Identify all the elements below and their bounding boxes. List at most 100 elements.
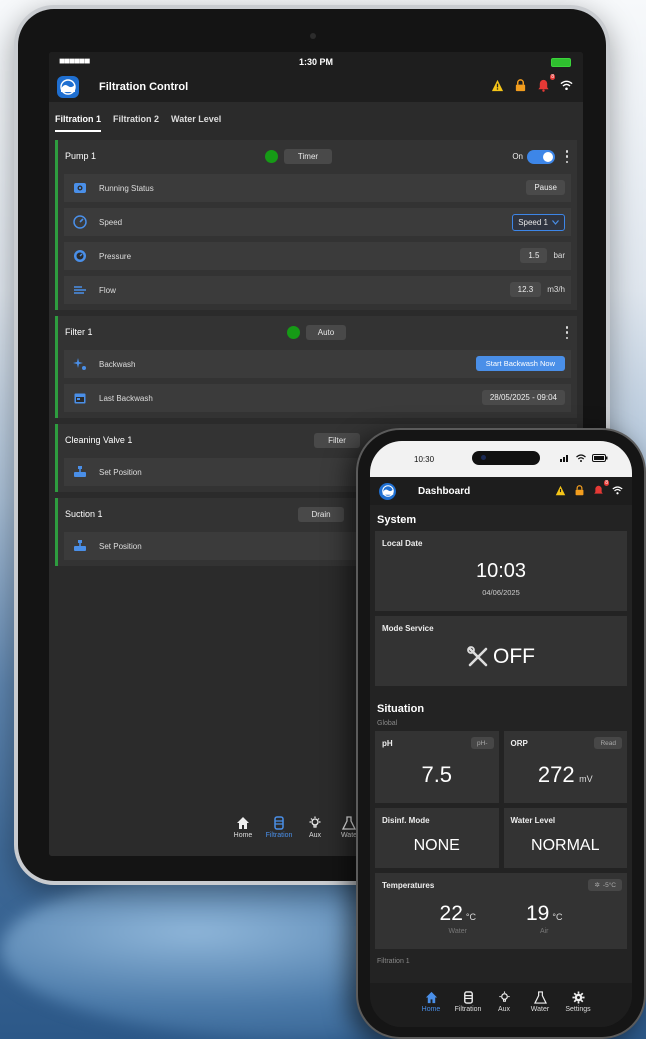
cellular-icon bbox=[560, 455, 568, 462]
water-temp-unit: °C bbox=[465, 912, 476, 922]
lock-icon[interactable] bbox=[574, 485, 585, 496]
valve-icon bbox=[73, 465, 87, 479]
start-backwash-button[interactable]: Start Backwash Now bbox=[475, 356, 565, 371]
temperatures-card[interactable]: Temperatures ✲ -5°C 22 °C Water 19 °C Air bbox=[375, 873, 627, 949]
backwash-label: Backwash bbox=[99, 359, 136, 369]
home-icon bbox=[237, 817, 249, 829]
nav-filtration[interactable]: Filtration bbox=[448, 991, 488, 1013]
running-status-value[interactable]: Pause bbox=[526, 180, 565, 195]
global-sublabel: Global bbox=[377, 720, 398, 727]
nav-aux-label: Aux bbox=[308, 832, 322, 839]
last-backwash-row: Last Backwash 28/05/2025 - 09:04 bbox=[64, 384, 571, 412]
filter-icon bbox=[274, 816, 284, 830]
running-status-row: Running Status Pause bbox=[64, 174, 571, 202]
water-level-card[interactable]: Water Level NORMAL bbox=[503, 808, 627, 868]
disinf-mode-card[interactable]: Disinf. Mode NONE bbox=[375, 808, 499, 868]
orp-chip: Read bbox=[594, 737, 622, 749]
pump-panel: Pump 1 Timer On Running Status Pause Spe… bbox=[55, 140, 577, 310]
battery-icon bbox=[592, 454, 608, 462]
disinf-mode-title: Disinf. Mode bbox=[382, 816, 430, 825]
chevron-down-icon bbox=[552, 220, 559, 225]
filter-mode-chip[interactable]: Auto bbox=[306, 325, 346, 340]
pump-mode-chip[interactable]: Timer bbox=[284, 149, 332, 164]
air-temp-unit: °C bbox=[552, 912, 563, 922]
nav-home[interactable]: Home bbox=[223, 816, 263, 839]
cleaning-valve-mode-chip[interactable]: Filter bbox=[314, 433, 360, 448]
valve-icon bbox=[73, 539, 87, 553]
camera-dot bbox=[310, 33, 316, 39]
filter-panel: Filter 1 Auto Backwash Start Backwash No… bbox=[55, 316, 577, 418]
mode-service-card: Mode Service OFF bbox=[375, 616, 627, 686]
tab-filtration-2[interactable]: Filtration 2 bbox=[113, 114, 159, 132]
nav-aux-label: Aux bbox=[497, 1006, 511, 1013]
app-header: Filtration Control 8 bbox=[49, 72, 583, 102]
wifi-icon[interactable] bbox=[560, 79, 573, 92]
air-temp-value: 19 bbox=[526, 902, 550, 925]
pressure-value: 1.5 bbox=[520, 248, 548, 263]
mode-service-title: Mode Service bbox=[382, 624, 434, 633]
orp-value: 272 bbox=[537, 762, 575, 787]
system-heading: System bbox=[377, 514, 417, 526]
nav-filtration-label: Filtration bbox=[265, 832, 293, 839]
pump-status-indicator bbox=[265, 150, 278, 163]
phone-bottom-nav: Home Filtration Aux Water Settings bbox=[370, 983, 632, 1027]
suction-mode-chip[interactable]: Drain bbox=[298, 507, 344, 522]
warning-icon[interactable] bbox=[555, 485, 566, 496]
local-date-value: 04/06/2025 bbox=[482, 588, 520, 597]
nav-aux[interactable]: Aux bbox=[484, 991, 524, 1013]
filter-icon bbox=[463, 991, 473, 1004]
filter-title: Filter 1 bbox=[65, 327, 93, 337]
nav-settings[interactable]: Settings bbox=[558, 991, 598, 1013]
disinf-mode-value: NONE bbox=[413, 837, 460, 854]
phone-app-header: Dashboard 8 bbox=[370, 477, 632, 505]
gauge-icon bbox=[73, 249, 87, 263]
orp-card[interactable]: ORP Read 272 mV bbox=[503, 731, 627, 803]
cleaning-valve-set-position-label: Set Position bbox=[99, 467, 142, 477]
nav-water-label: Wate bbox=[340, 832, 358, 839]
speedometer-icon bbox=[73, 215, 87, 229]
tab-filtration-1[interactable]: Filtration 1 bbox=[55, 114, 102, 132]
wifi-icon bbox=[576, 454, 586, 462]
pump-toggle-label: On bbox=[512, 152, 523, 161]
nav-filtration[interactable]: Filtration bbox=[259, 816, 299, 839]
cleaning-valve-title: Cleaning Valve 1 bbox=[65, 435, 133, 445]
lightbulb-icon bbox=[309, 816, 321, 828]
water-level-title: Water Level bbox=[510, 816, 556, 825]
pump-power-toggle[interactable] bbox=[527, 150, 555, 164]
speed-select[interactable]: Speed 1 bbox=[512, 214, 565, 231]
nav-water[interactable]: Water bbox=[520, 991, 560, 1013]
flow-icon bbox=[73, 283, 87, 297]
flow-unit: m3/h bbox=[547, 285, 565, 294]
warning-icon[interactable] bbox=[491, 79, 504, 92]
ph-card[interactable]: pH pH- 7.5 bbox=[375, 731, 499, 803]
phone-status-bar: 10:30 bbox=[370, 441, 632, 477]
filtration-1-sublabel: Filtration 1 bbox=[377, 958, 410, 965]
running-status-label: Running Status bbox=[99, 183, 154, 193]
nav-home[interactable]: Home bbox=[411, 991, 451, 1013]
speed-select-value: Speed 1 bbox=[518, 218, 548, 227]
flask-icon bbox=[533, 991, 547, 1004]
wifi-icon[interactable] bbox=[612, 485, 623, 496]
suction-set-position-label: Set Position bbox=[99, 541, 142, 551]
app-logo-icon bbox=[379, 482, 396, 500]
dynamic-island bbox=[472, 451, 540, 465]
suction-title: Suction 1 bbox=[65, 509, 103, 519]
pressure-unit: bar bbox=[553, 251, 565, 260]
mode-service-value: OFF bbox=[493, 645, 535, 668]
frost-chip: ✲ -5°C bbox=[588, 879, 622, 891]
flask-icon bbox=[342, 816, 356, 830]
alarm-bell-icon[interactable]: 8 bbox=[593, 480, 609, 496]
alarm-count-badge: 8 bbox=[550, 74, 555, 80]
phone-page-title: Dashboard bbox=[418, 485, 471, 497]
last-backwash-value: 28/05/2025 - 09:04 bbox=[481, 390, 565, 405]
phone-screen: 10:30 Dashboard 8 System Local Date 10:0… bbox=[370, 441, 632, 1027]
tab-water-level[interactable]: Water Level bbox=[171, 114, 221, 132]
lock-icon[interactable] bbox=[514, 79, 527, 92]
filter-more-icon[interactable] bbox=[565, 326, 569, 339]
pump-more-icon[interactable] bbox=[565, 150, 569, 163]
nav-home-label: Home bbox=[233, 832, 253, 839]
battery-icon bbox=[551, 58, 571, 67]
alarm-bell-icon[interactable]: 8 bbox=[537, 74, 555, 92]
pressure-label: Pressure bbox=[99, 251, 132, 261]
tools-icon bbox=[467, 646, 488, 667]
